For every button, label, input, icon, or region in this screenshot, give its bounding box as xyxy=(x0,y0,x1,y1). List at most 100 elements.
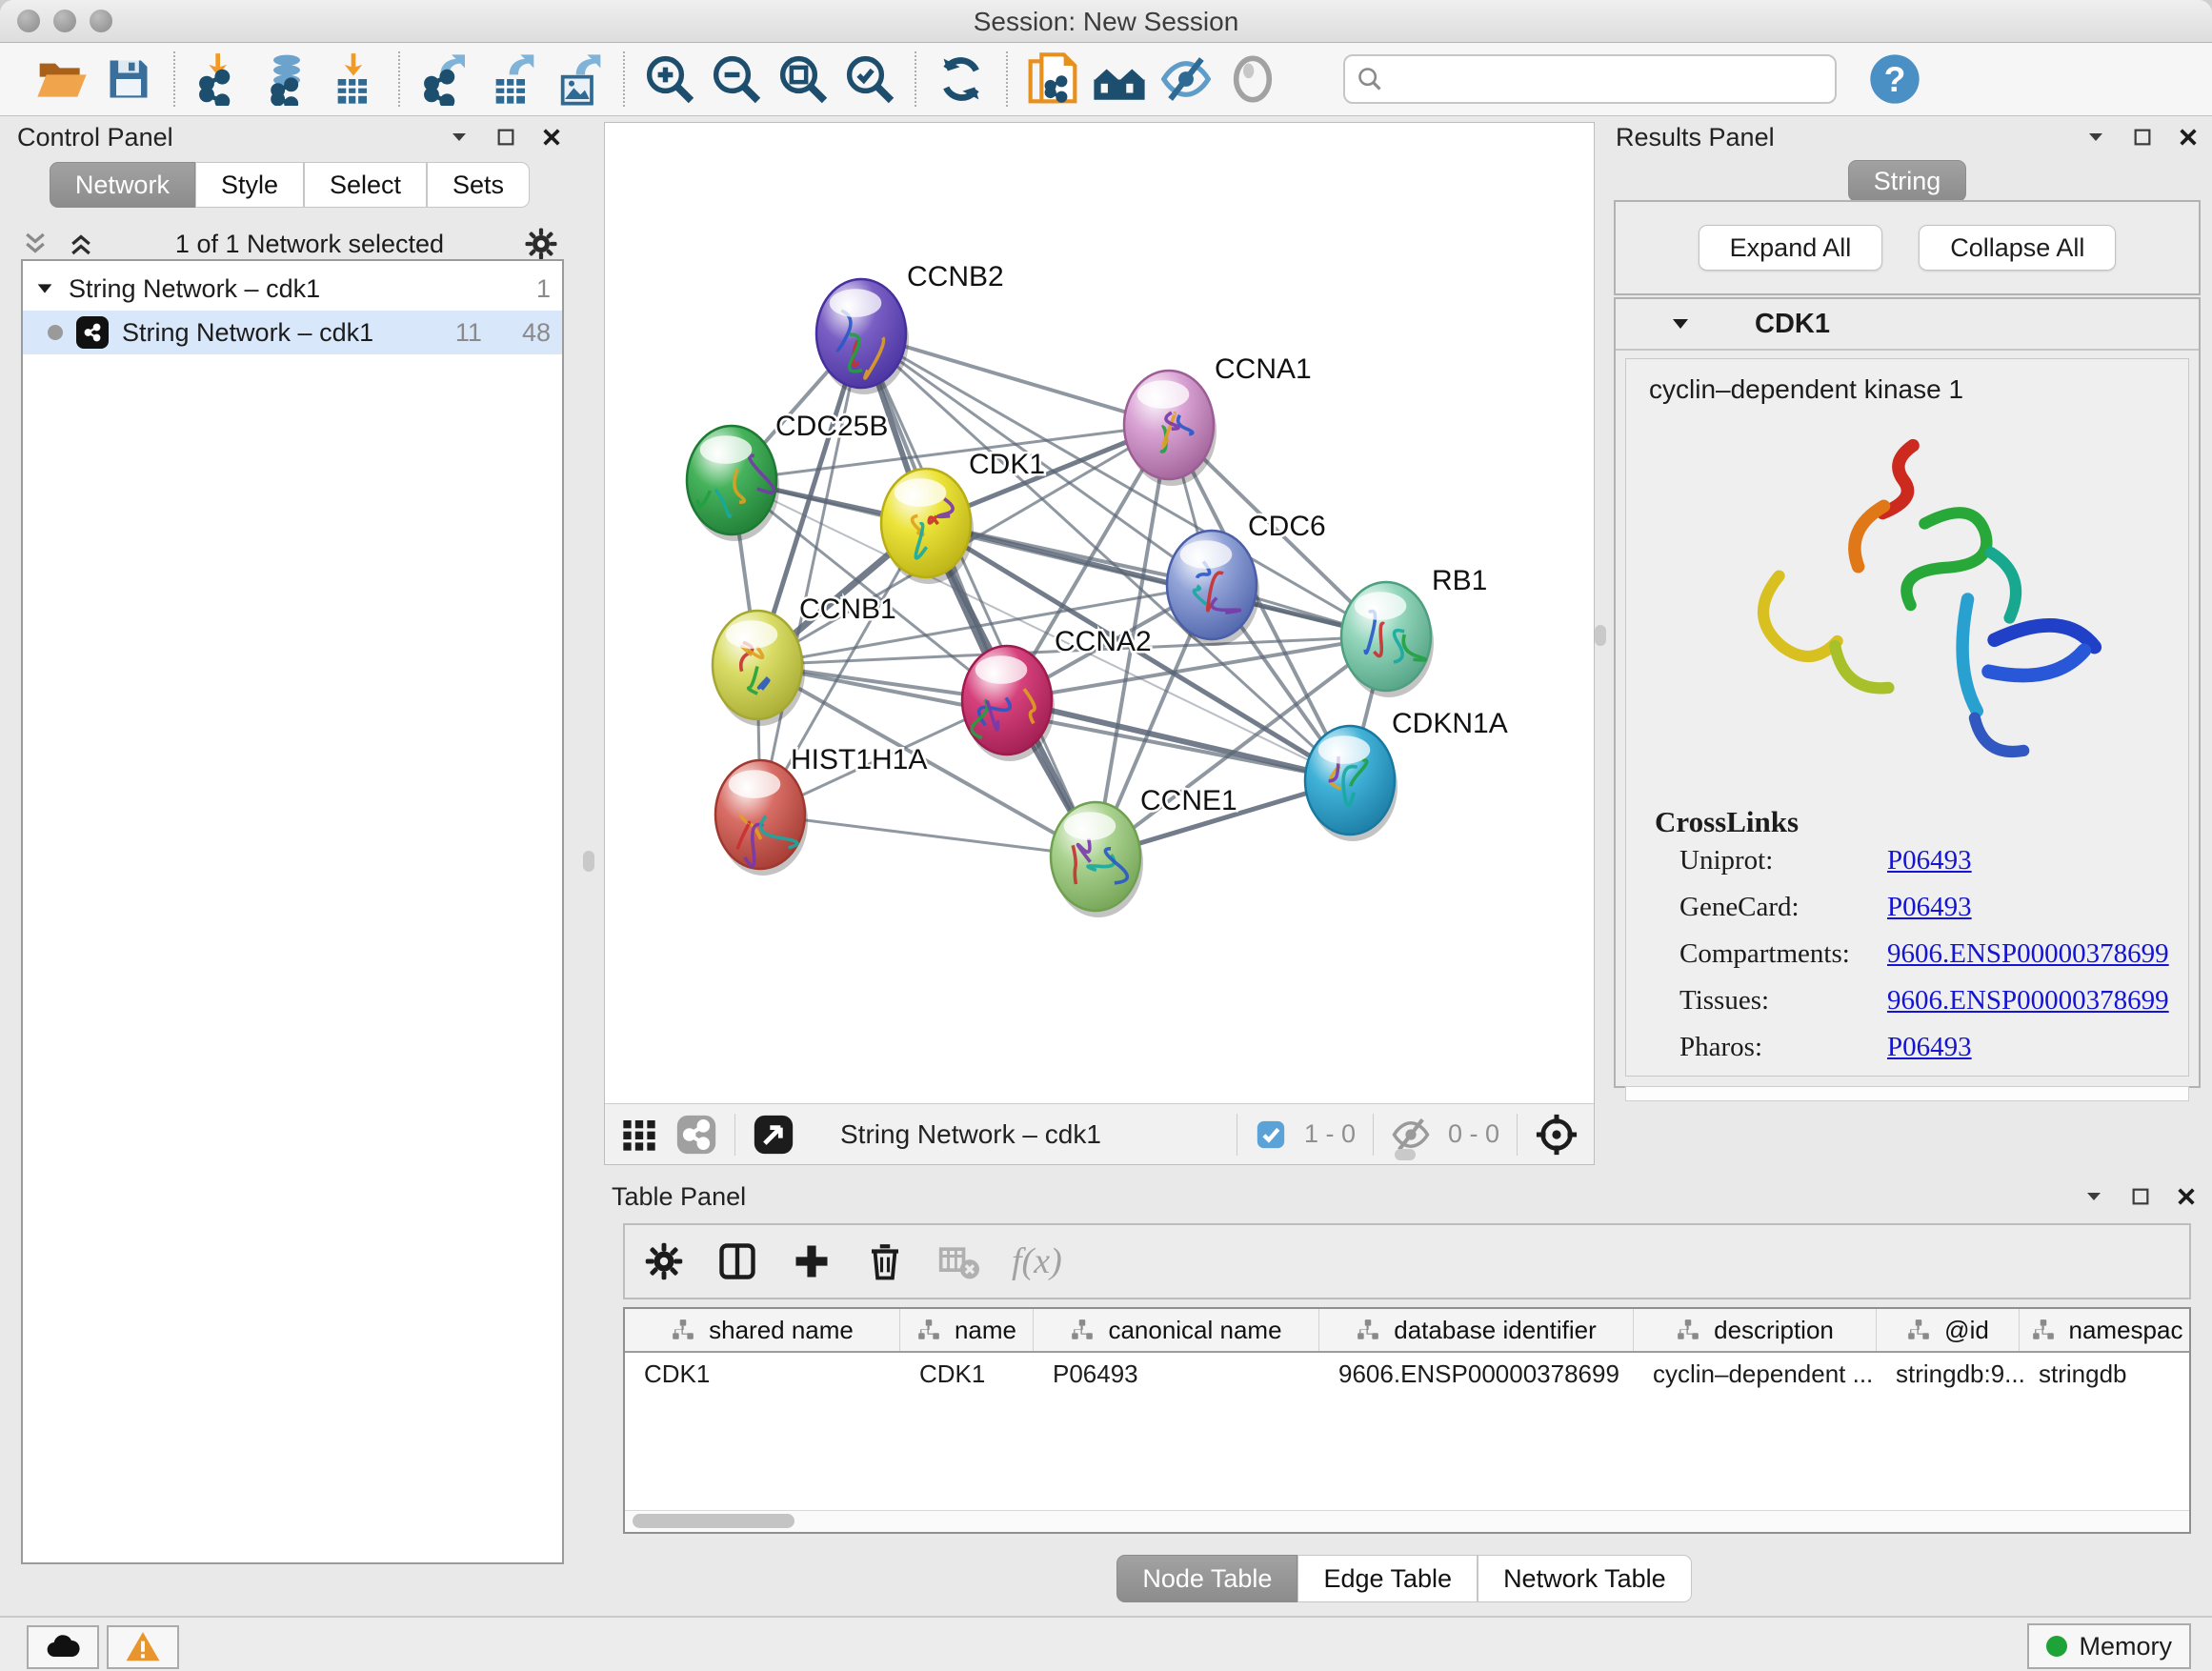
network-view[interactable]: CCNB2CCNA1CDC25BCDK1CDC6RB1CCNB1CCNA2CDK… xyxy=(604,122,1595,1165)
section-collapse-icon[interactable] xyxy=(1669,312,1692,335)
search-box[interactable] xyxy=(1343,54,1837,104)
network-node-CCNB2[interactable]: CCNB2 xyxy=(816,261,1004,394)
table-hscrollbar[interactable] xyxy=(625,1510,2189,1532)
network-edge-CCNA2-CDKN1A[interactable] xyxy=(1007,700,1350,780)
column-header-description[interactable]: description xyxy=(1634,1309,1877,1351)
save-session-button[interactable] xyxy=(95,48,162,111)
network-edge-HIST1H1A-CCNE1[interactable] xyxy=(760,815,1096,856)
import-network-from-file-button[interactable] xyxy=(187,48,253,111)
network-node-CCNA1[interactable]: CCNA1 xyxy=(1124,353,1312,486)
tab-network[interactable]: Network xyxy=(50,162,195,208)
show-all-button[interactable] xyxy=(1219,48,1286,111)
tab-select[interactable]: Select xyxy=(304,162,427,208)
cloud-button[interactable] xyxy=(27,1625,99,1669)
network-row[interactable]: String Network – cdk1 11 48 xyxy=(23,311,562,354)
tab-string[interactable]: String xyxy=(1848,160,1967,202)
column-header-canonical-name[interactable]: canonical name xyxy=(1034,1309,1319,1351)
export-image-button[interactable] xyxy=(545,48,612,111)
open-session-button[interactable] xyxy=(29,48,95,111)
crosslink-link[interactable]: P06493 xyxy=(1887,845,1972,876)
new-network-from-selection-button[interactable] xyxy=(1019,48,1086,111)
string-badge-icon[interactable] xyxy=(675,1114,717,1156)
network-node-HIST1H1A[interactable]: HIST1H1A xyxy=(715,744,927,876)
table-cell[interactable]: 9606.ENSP00000378699 xyxy=(1319,1353,1634,1395)
column-header--id[interactable]: @id xyxy=(1877,1309,2020,1351)
crosslink-link[interactable]: 9606.ENSP00000378699 xyxy=(1887,985,2169,1017)
zoom-selected-button[interactable] xyxy=(836,48,903,111)
refresh-layout-button[interactable] xyxy=(928,48,995,111)
table-cell[interactable]: cyclin–dependent ... xyxy=(1634,1353,1877,1395)
panel-float-icon[interactable] xyxy=(2130,1186,2151,1207)
hscrollbar-thumb[interactable] xyxy=(633,1514,794,1528)
network-edge-CCNB2-CCNE1[interactable] xyxy=(861,333,1096,856)
delete-column-icon[interactable] xyxy=(865,1241,905,1281)
import-network-from-database-button[interactable] xyxy=(253,48,320,111)
panel-float-icon[interactable] xyxy=(495,127,516,148)
column-header-namespac[interactable]: namespac xyxy=(2020,1309,2191,1351)
tab-node-table[interactable]: Node Table xyxy=(1116,1555,1297,1602)
network-node-CCNE1[interactable]: CCNE1 xyxy=(1051,785,1237,917)
table-settings-gear-icon[interactable] xyxy=(644,1241,684,1281)
column-header-database-identifier[interactable]: database identifier xyxy=(1319,1309,1634,1351)
tab-network-table[interactable]: Network Table xyxy=(1478,1555,1692,1602)
search-input[interactable] xyxy=(1393,64,1823,95)
show-columns-icon[interactable] xyxy=(716,1240,758,1282)
expand-all-icon[interactable] xyxy=(67,230,95,258)
zoom-out-button[interactable] xyxy=(703,48,770,111)
hide-selected-button[interactable] xyxy=(1153,48,1219,111)
function-builder-icon[interactable]: f(x) xyxy=(1012,1240,1062,1282)
column-header-name[interactable]: name xyxy=(900,1309,1034,1351)
table-cell[interactable]: stringdb:9... xyxy=(1877,1353,2020,1395)
panel-close-icon[interactable] xyxy=(2178,127,2199,148)
node-table[interactable]: shared namenamecanonical namedatabase id… xyxy=(623,1307,2191,1534)
zoom-fit-button[interactable] xyxy=(770,48,836,111)
network-node-CDKN1A[interactable]: CDKN1A xyxy=(1305,708,1508,841)
panel-close-icon[interactable] xyxy=(541,127,562,148)
import-table-from-file-button[interactable] xyxy=(320,48,387,111)
tab-edge-table[interactable]: Edge Table xyxy=(1297,1555,1478,1602)
table-cell[interactable]: CDK1 xyxy=(625,1353,900,1395)
network-collection-row[interactable]: String Network – cdk1 1 xyxy=(23,267,562,311)
panel-float-icon[interactable] xyxy=(2132,127,2153,148)
network-edge-CCNB2-HIST1H1A[interactable] xyxy=(760,333,861,815)
table-row[interactable]: CDK1CDK1P064939606.ENSP00000378699cyclin… xyxy=(625,1353,2189,1395)
first-neighbors-button[interactable] xyxy=(1086,48,1153,111)
fit-crosshair-icon[interactable] xyxy=(1535,1113,1579,1157)
crosslink-link[interactable]: P06493 xyxy=(1887,892,1972,923)
right-splitter-handle[interactable] xyxy=(1595,625,1606,646)
network-node-RB1[interactable]: RB1 xyxy=(1341,565,1487,697)
export-table-button[interactable] xyxy=(478,48,545,111)
column-header-shared-name[interactable]: shared name xyxy=(625,1309,900,1351)
gear-icon[interactable] xyxy=(524,227,558,261)
expand-all-button[interactable]: Expand All xyxy=(1699,225,1883,271)
left-splitter-handle[interactable] xyxy=(583,851,594,872)
birds-eye-icon[interactable] xyxy=(753,1114,794,1156)
table-cell[interactable]: stringdb xyxy=(2020,1353,2191,1395)
crosslink-link[interactable]: 9606.ENSP00000378699 xyxy=(1887,938,2169,970)
network-node-CDC25B[interactable]: CDC25B xyxy=(687,411,888,541)
panel-collapse-icon[interactable] xyxy=(2084,126,2107,149)
grid-icon[interactable] xyxy=(620,1116,658,1154)
delete-table-icon[interactable] xyxy=(937,1240,979,1282)
tree-expand-icon[interactable] xyxy=(34,278,55,299)
warnings-button[interactable] xyxy=(107,1625,179,1669)
panel-collapse-icon[interactable] xyxy=(2082,1185,2105,1208)
help-button[interactable]: ? xyxy=(1861,48,1928,111)
network-node-CDC6[interactable]: CDC6 xyxy=(1167,511,1326,646)
crosslink-link[interactable]: P06493 xyxy=(1887,1032,1972,1063)
bottom-splitter-handle[interactable] xyxy=(1395,1149,1416,1160)
table-cell[interactable]: P06493 xyxy=(1034,1353,1319,1395)
panel-close-icon[interactable] xyxy=(2176,1186,2197,1207)
tab-sets[interactable]: Sets xyxy=(427,162,530,208)
network-graph[interactable]: CCNB2CCNA1CDC25BCDK1CDC6RB1CCNB1CCNA2CDK… xyxy=(605,123,1594,1103)
selected-checkbox-icon[interactable] xyxy=(1255,1118,1287,1151)
results-scrollbar[interactable] xyxy=(1625,1086,2189,1101)
collapse-all-icon[interactable] xyxy=(21,230,50,258)
panel-collapse-icon[interactable] xyxy=(448,126,471,149)
collapse-all-button[interactable]: Collapse All xyxy=(1919,225,2116,271)
export-network-button[interactable] xyxy=(412,48,478,111)
tab-style[interactable]: Style xyxy=(195,162,304,208)
gene-section-header[interactable]: CDK1 xyxy=(1616,299,2199,351)
zoom-in-button[interactable] xyxy=(636,48,703,111)
memory-button[interactable]: Memory xyxy=(2027,1623,2191,1669)
